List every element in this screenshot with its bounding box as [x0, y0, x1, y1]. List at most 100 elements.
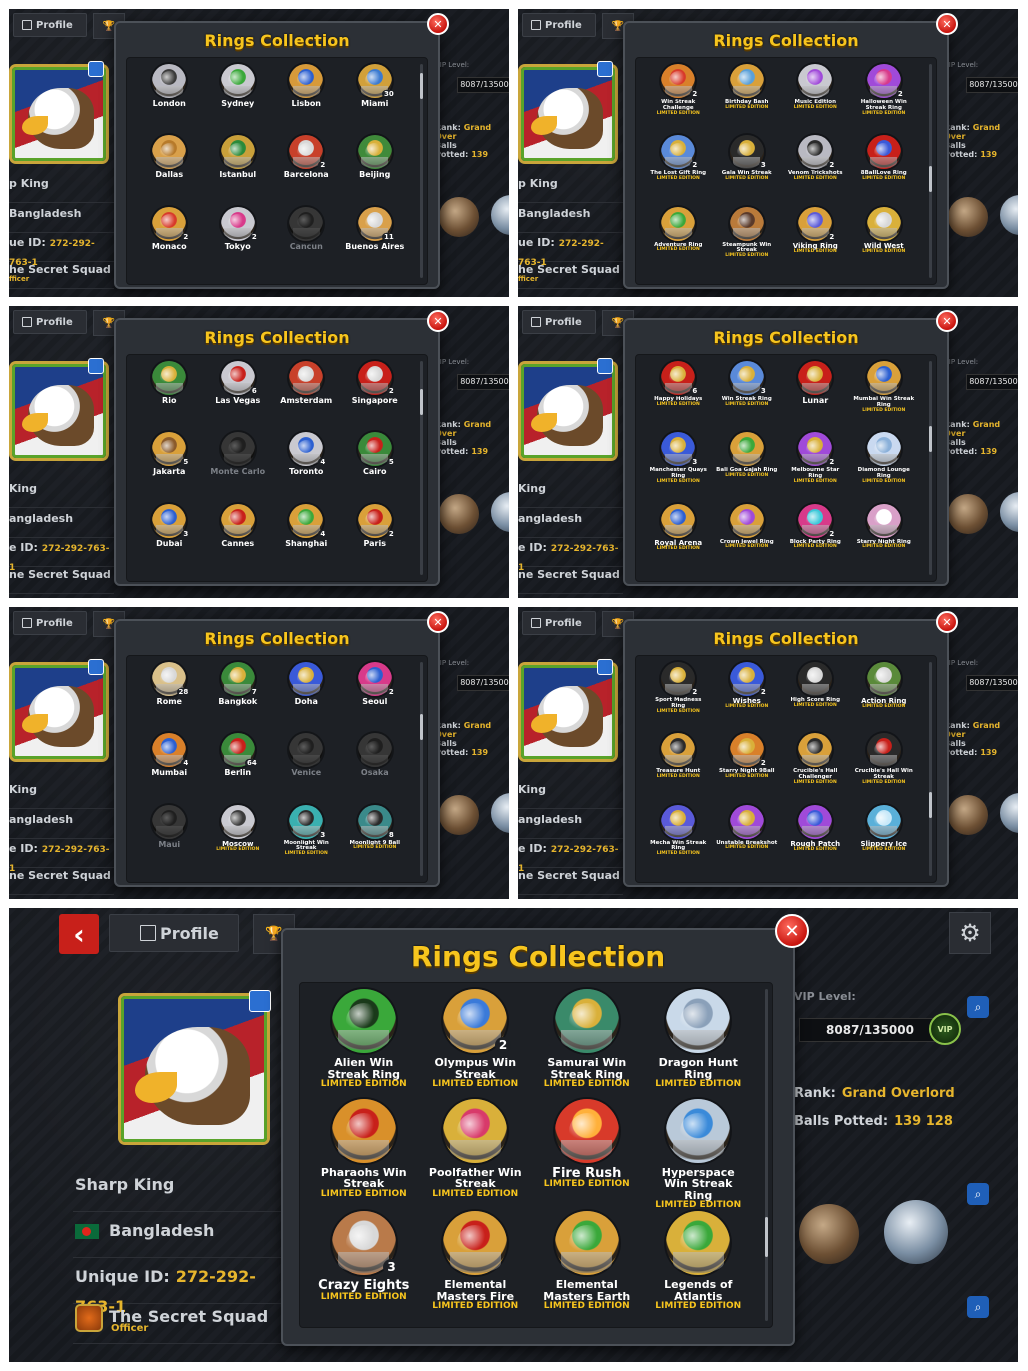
ring-item[interactable]: Royal Arena LIMITED EDITION — [644, 503, 713, 575]
ring-item[interactable]: Alien Win Streak Ring LIMITED EDITION — [308, 989, 420, 1099]
ring-item[interactable]: 8 Moonlight 9 Ball LIMITED EDITION — [341, 804, 410, 876]
ring-item[interactable]: Starry Night Ring LIMITED EDITION — [850, 503, 919, 575]
close-icon[interactable]: ✕ — [427, 13, 449, 35]
ring-item[interactable]: Wild West LIMITED EDITION — [850, 206, 919, 278]
search-icon[interactable]: ⌕ — [967, 996, 989, 1018]
ring-item[interactable]: 6 Las Vegas — [204, 361, 273, 432]
scrollbar-thumb[interactable] — [929, 426, 932, 453]
ring-item[interactable]: 2 Olympus Win Streak LIMITED EDITION — [420, 989, 532, 1099]
ring-item[interactable]: 2 Block Party Ring LIMITED EDITION — [781, 503, 850, 575]
profile-tab[interactable]: Profile — [13, 310, 87, 334]
ring-item[interactable]: Rough Patch LIMITED EDITION — [781, 804, 850, 876]
ring-item[interactable]: 3 Gala Win Streak LIMITED EDITION — [713, 135, 782, 206]
ring-item[interactable]: 2 Paris — [341, 503, 410, 575]
ring-item[interactable]: Action Ring LIMITED EDITION — [850, 662, 919, 733]
scrollbar-thumb[interactable] — [929, 792, 932, 819]
ring-item[interactable]: 2 Melbourne Star Ring LIMITED EDITION — [781, 432, 850, 503]
ring-item[interactable]: Mumbai Win Streak Ring LIMITED EDITION — [850, 361, 919, 432]
ring-item[interactable]: Mecha Win Streak Ring LIMITED EDITION — [644, 804, 713, 876]
ring-item[interactable]: Lunar — [781, 361, 850, 432]
ring-item[interactable]: Poolfather Win Streak LIMITED EDITION — [420, 1098, 532, 1212]
ring-item[interactable]: 8BallLove Ring LIMITED EDITION — [850, 135, 919, 206]
ring-item[interactable]: Crucible's Hall Challenger LIMITED EDITIO… — [781, 733, 850, 804]
profile-tab[interactable]: Profile — [13, 611, 87, 635]
ring-item[interactable]: Bali Goa Gajah Ring LIMITED EDITION — [713, 432, 782, 503]
ring-item[interactable]: 2 Seoul — [341, 662, 410, 733]
search-icon[interactable]: ⌕ — [967, 1296, 989, 1318]
ring-item[interactable]: 3 Moonlight Win Streak LIMITED EDITION — [272, 804, 341, 876]
ring-item[interactable]: Hyperspace Win Streak Ring LIMITED EDITIO… — [643, 1098, 755, 1212]
ring-item[interactable]: 2 Wishes LIMITED EDITION — [713, 662, 782, 733]
ring-item[interactable]: 2 Venom Trickshots LIMITED EDITION — [781, 135, 850, 206]
close-icon[interactable]: ✕ — [427, 310, 449, 332]
ring-item[interactable]: Maui — [135, 804, 204, 876]
ring-item[interactable]: 3 Win Streak Ring LIMITED EDITION — [713, 361, 782, 432]
ring-item[interactable]: Moscow LIMITED EDITION — [204, 804, 273, 876]
ring-item[interactable]: 2 Tokyo — [204, 206, 273, 278]
close-icon[interactable]: ✕ — [936, 611, 958, 633]
ring-item[interactable]: London — [135, 64, 204, 135]
ring-item[interactable]: Slippery Ice LIMITED EDITION — [850, 804, 919, 876]
close-icon[interactable]: ✕ — [936, 310, 958, 332]
ring-item[interactable]: 2 Singapore — [341, 361, 410, 432]
ring-item[interactable]: Cancun — [272, 206, 341, 278]
ring-item[interactable]: Legends of Atlantis LIMITED EDITION — [643, 1211, 755, 1321]
edit-pencil-icon[interactable] — [249, 990, 271, 1012]
ring-item[interactable]: Venice — [272, 733, 341, 804]
scrollbar-thumb[interactable] — [420, 73, 423, 100]
ring-item[interactable]: Doha — [272, 662, 341, 733]
ring-item[interactable]: 2 Barcelona — [272, 135, 341, 206]
edit-pencil-icon[interactable] — [597, 61, 613, 77]
profile-tab[interactable]: Profile — [522, 310, 596, 334]
profile-tab[interactable]: Profile — [13, 13, 87, 37]
scrollbar[interactable] — [929, 361, 932, 575]
scrollbar[interactable] — [765, 989, 768, 1321]
ring-item[interactable]: Lisbon — [272, 64, 341, 135]
ring-item[interactable]: Monte Carlo — [204, 432, 273, 503]
ring-item[interactable]: Sydney — [204, 64, 273, 135]
ring-item[interactable]: 5 Cairo — [341, 432, 410, 503]
scrollbar[interactable] — [929, 64, 932, 278]
scrollbar[interactable] — [420, 361, 423, 575]
scrollbar[interactable] — [929, 662, 932, 876]
ring-item[interactable]: Treasure Hunt LIMITED EDITION — [644, 733, 713, 804]
ring-item[interactable]: 3 Dubai — [135, 503, 204, 575]
ring-item[interactable]: Crown Jewel Ring LIMITED EDITION — [713, 503, 782, 575]
ring-item[interactable]: 2 Win Streak Challenge LIMITED EDITION — [644, 64, 713, 135]
ring-item[interactable]: 3 Manchester Quays Ring LIMITED EDITION — [644, 432, 713, 503]
ring-item[interactable]: Pharaohs Win Streak LIMITED EDITION — [308, 1098, 420, 1212]
ring-item[interactable]: Dragon Hunt Ring LIMITED EDITION — [643, 989, 755, 1099]
ring-item[interactable]: Adventure Ring LIMITED EDITION — [644, 206, 713, 278]
edit-pencil-icon[interactable] — [597, 358, 613, 374]
scrollbar-thumb[interactable] — [420, 714, 423, 741]
scrollbar-thumb[interactable] — [765, 1217, 768, 1257]
ring-item[interactable]: Beijing — [341, 135, 410, 206]
ring-item[interactable]: Fire Rush LIMITED EDITION — [531, 1098, 643, 1212]
scrollbar[interactable] — [420, 64, 423, 278]
profile-tab[interactable]: Profile — [522, 13, 596, 37]
ring-item[interactable]: 4 Toronto — [272, 432, 341, 503]
ring-item[interactable]: 28 Rome — [135, 662, 204, 733]
ring-item[interactable]: Cannes — [204, 503, 273, 575]
back-button[interactable]: ‹ — [59, 914, 99, 954]
ring-item[interactable]: Rio — [135, 361, 204, 432]
ring-item[interactable]: 2 Viking Ring LIMITED EDITION — [781, 206, 850, 278]
ring-item[interactable]: Osaka — [341, 733, 410, 804]
edit-pencil-icon[interactable] — [88, 659, 104, 675]
ring-item[interactable]: 4 Shanghai — [272, 503, 341, 575]
ring-item[interactable]: Samurai Win Streak Ring LIMITED EDITION — [531, 989, 643, 1099]
ring-item[interactable]: 2 Sport Madness Ring LIMITED EDITION — [644, 662, 713, 733]
ring-item[interactable]: 4 Mumbai — [135, 733, 204, 804]
edit-pencil-icon[interactable] — [88, 61, 104, 77]
ring-item[interactable]: 11 Buenos Aires — [341, 206, 410, 278]
close-icon[interactable]: ✕ — [936, 13, 958, 35]
ring-item[interactable]: 2 Halloween Win Streak Ring LIMITED EDITIO… — [850, 64, 919, 135]
ring-item[interactable]: 2 Monaco — [135, 206, 204, 278]
ring-item[interactable]: 2 The Lost Gift Ring LIMITED EDITION — [644, 135, 713, 206]
ring-item[interactable]: 7 Bangkok — [204, 662, 273, 733]
search-icon[interactable]: ⌕ — [967, 1183, 989, 1205]
settings-gear-icon[interactable]: ⚙ — [949, 912, 991, 954]
ring-item[interactable]: Dallas — [135, 135, 204, 206]
scrollbar-thumb[interactable] — [929, 166, 932, 193]
close-icon[interactable]: ✕ — [775, 914, 809, 948]
